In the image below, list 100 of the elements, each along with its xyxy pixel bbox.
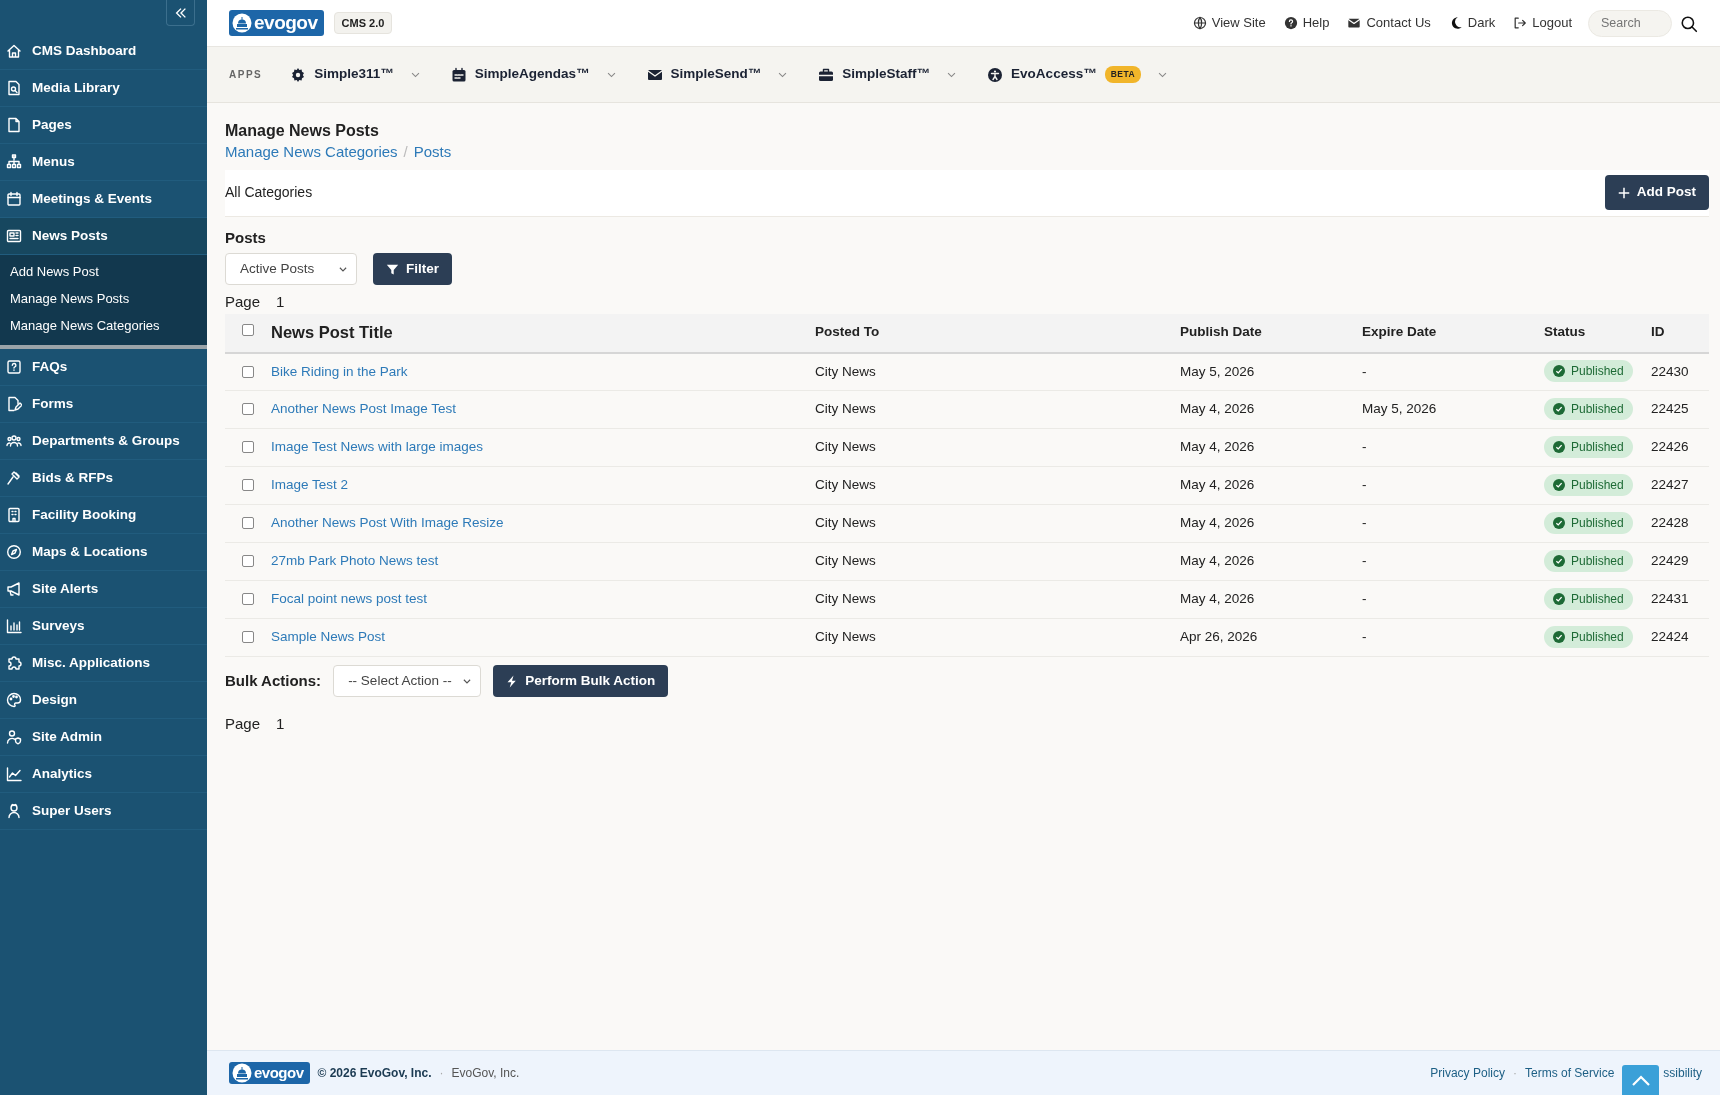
palette-icon [6,692,22,708]
app-menu[interactable]: EvoAccess™ BETA [987,64,1169,85]
select-all-checkbox[interactable] [242,323,254,336]
search-field[interactable]: Search [1588,9,1672,37]
table-cell: City News [815,363,876,379]
table-cell: - [1362,477,1367,493]
table-cell: Apr 26, 2026 [1180,629,1258,645]
sidebar-item[interactable]: Misc. Applications [0,645,207,682]
footer-link[interactable]: Privacy Policy [1430,1064,1505,1082]
column-header: Posted To [815,324,880,340]
bar-chart-icon [6,618,22,634]
chevron-down-icon [338,264,348,274]
submenu-item[interactable]: Add News Post [0,258,207,285]
scroll-to-top-button[interactable] [1622,1065,1660,1095]
breadcrumb-link[interactable]: Posts [413,141,452,164]
filter-icon [386,262,399,276]
bulk-actions-label: Bulk Actions: [225,670,322,691]
column-header: Publish Date [1180,324,1262,340]
table-cell: 22427 [1651,477,1689,493]
version-badge: CMS 2.0 [333,11,393,35]
sidebar-item[interactable]: Design [0,682,207,719]
post-title-link[interactable]: 27mb Park Photo News test [271,553,439,569]
table-cell: City News [815,591,876,607]
row-checkbox[interactable] [242,365,254,378]
sidebar-item[interactable]: Site Alerts [0,571,207,608]
table-cell: City News [815,553,876,569]
row-checkbox[interactable] [242,441,254,454]
row-checkbox[interactable] [242,555,254,568]
sidebar-item[interactable]: Site Admin [0,719,207,756]
sidebar-item[interactable]: Super Users [0,793,207,830]
sidebar-item[interactable]: FAQs [0,349,207,386]
app-menu[interactable]: SimpleStaff™ [818,64,958,85]
double-chevron-left-icon [173,5,188,20]
app-menu[interactable]: SimpleAgendas™ [450,64,617,85]
status-badge: Published [1544,549,1633,572]
status-badge: Published [1544,473,1633,496]
capitol-icon [232,13,252,33]
sidebar-item[interactable]: Analytics [0,756,207,793]
top-link[interactable]: Dark [1448,13,1496,33]
status-select[interactable]: Active Posts [225,253,357,285]
add-post-button[interactable]: Add Post [1604,175,1709,210]
bulk-action-select[interactable]: -- Select Action -- [333,665,482,697]
app-menu[interactable]: SimpleSend™ [646,64,789,85]
globe-icon [1192,16,1207,30]
post-title-link[interactable]: Another News Post Image Test [271,401,457,417]
submenu-item[interactable]: Manage News Posts [0,285,207,312]
bulk-action-button[interactable]: Perform Bulk Action [493,665,669,697]
submenu-item[interactable]: Manage News Categories [0,312,207,339]
newspaper-icon [6,228,22,244]
sidebar-item[interactable]: Maps & Locations [0,534,207,571]
table-cell: City News [815,629,876,645]
sidebar-item[interactable]: Media Library [0,70,207,107]
table-cell: City News [815,515,876,531]
post-title-link[interactable]: Image Test News with large images [271,439,484,455]
post-title-link[interactable]: Another News Post With Image Resize [271,515,504,531]
sidebar-item[interactable]: Menus [0,144,207,181]
table-cell: - [1362,629,1367,645]
top-link[interactable]: View Site [1192,13,1266,33]
evogov-logo[interactable]: evogov [229,10,324,36]
post-title-link[interactable]: Sample News Post [271,629,386,645]
row-checkbox[interactable] [242,479,254,492]
document-icon [6,80,22,96]
sidebar-item[interactable]: Facility Booking [0,497,207,534]
post-title-link[interactable]: Image Test 2 [271,477,349,493]
sidebar-item[interactable]: Pages [0,107,207,144]
table-cell: City News [815,477,876,493]
sidebar-item[interactable]: Forms [0,386,207,423]
filter-button[interactable]: Filter [373,253,452,285]
home-icon [6,43,22,59]
top-link[interactable]: Contact Us [1347,13,1431,33]
footer-link[interactable]: Terms of Service [1524,1064,1615,1082]
evogov-logo[interactable]: evogov [229,1062,310,1084]
separator: · [439,1065,444,1082]
post-title-link[interactable]: Focal point news post test [271,591,428,607]
sidebar-item[interactable]: Bids & RFPs [0,460,207,497]
footer-link[interactable]: ssibility [1663,1064,1702,1082]
page-number[interactable]: 1 [276,291,285,314]
post-title-link[interactable]: Bike Riding in the Park [271,363,408,379]
row-checkbox[interactable] [242,631,254,644]
sidebar-item[interactable]: Departments & Groups [0,423,207,460]
breadcrumb-link[interactable]: Manage News Categories [225,141,398,164]
column-header: News Post Title [271,323,393,342]
row-checkbox[interactable] [242,403,254,416]
sidebar-item[interactable]: News Posts [0,218,207,255]
logout-icon [1513,16,1528,30]
status-badge: Published [1544,511,1633,534]
sidebar-item[interactable]: Surveys [0,608,207,645]
status-badge: Published [1544,625,1633,648]
collapse-button[interactable] [166,0,195,26]
top-link[interactable]: Help [1283,13,1330,33]
row-checkbox[interactable] [242,593,254,606]
table-cell: May 4, 2026 [1180,401,1255,417]
accessibility-icon [987,66,1004,83]
app-menu[interactable]: Simple311™ [290,64,421,85]
row-checkbox[interactable] [242,517,254,530]
page-number[interactable]: 1 [276,713,285,736]
copyright-text: © 2026 EvoGov, Inc. [317,1065,432,1082]
table-cell: May 5, 2026 [1362,401,1437,417]
breadcrumb-separator: / [403,142,408,162]
top-link[interactable]: Logout [1513,13,1572,33]
